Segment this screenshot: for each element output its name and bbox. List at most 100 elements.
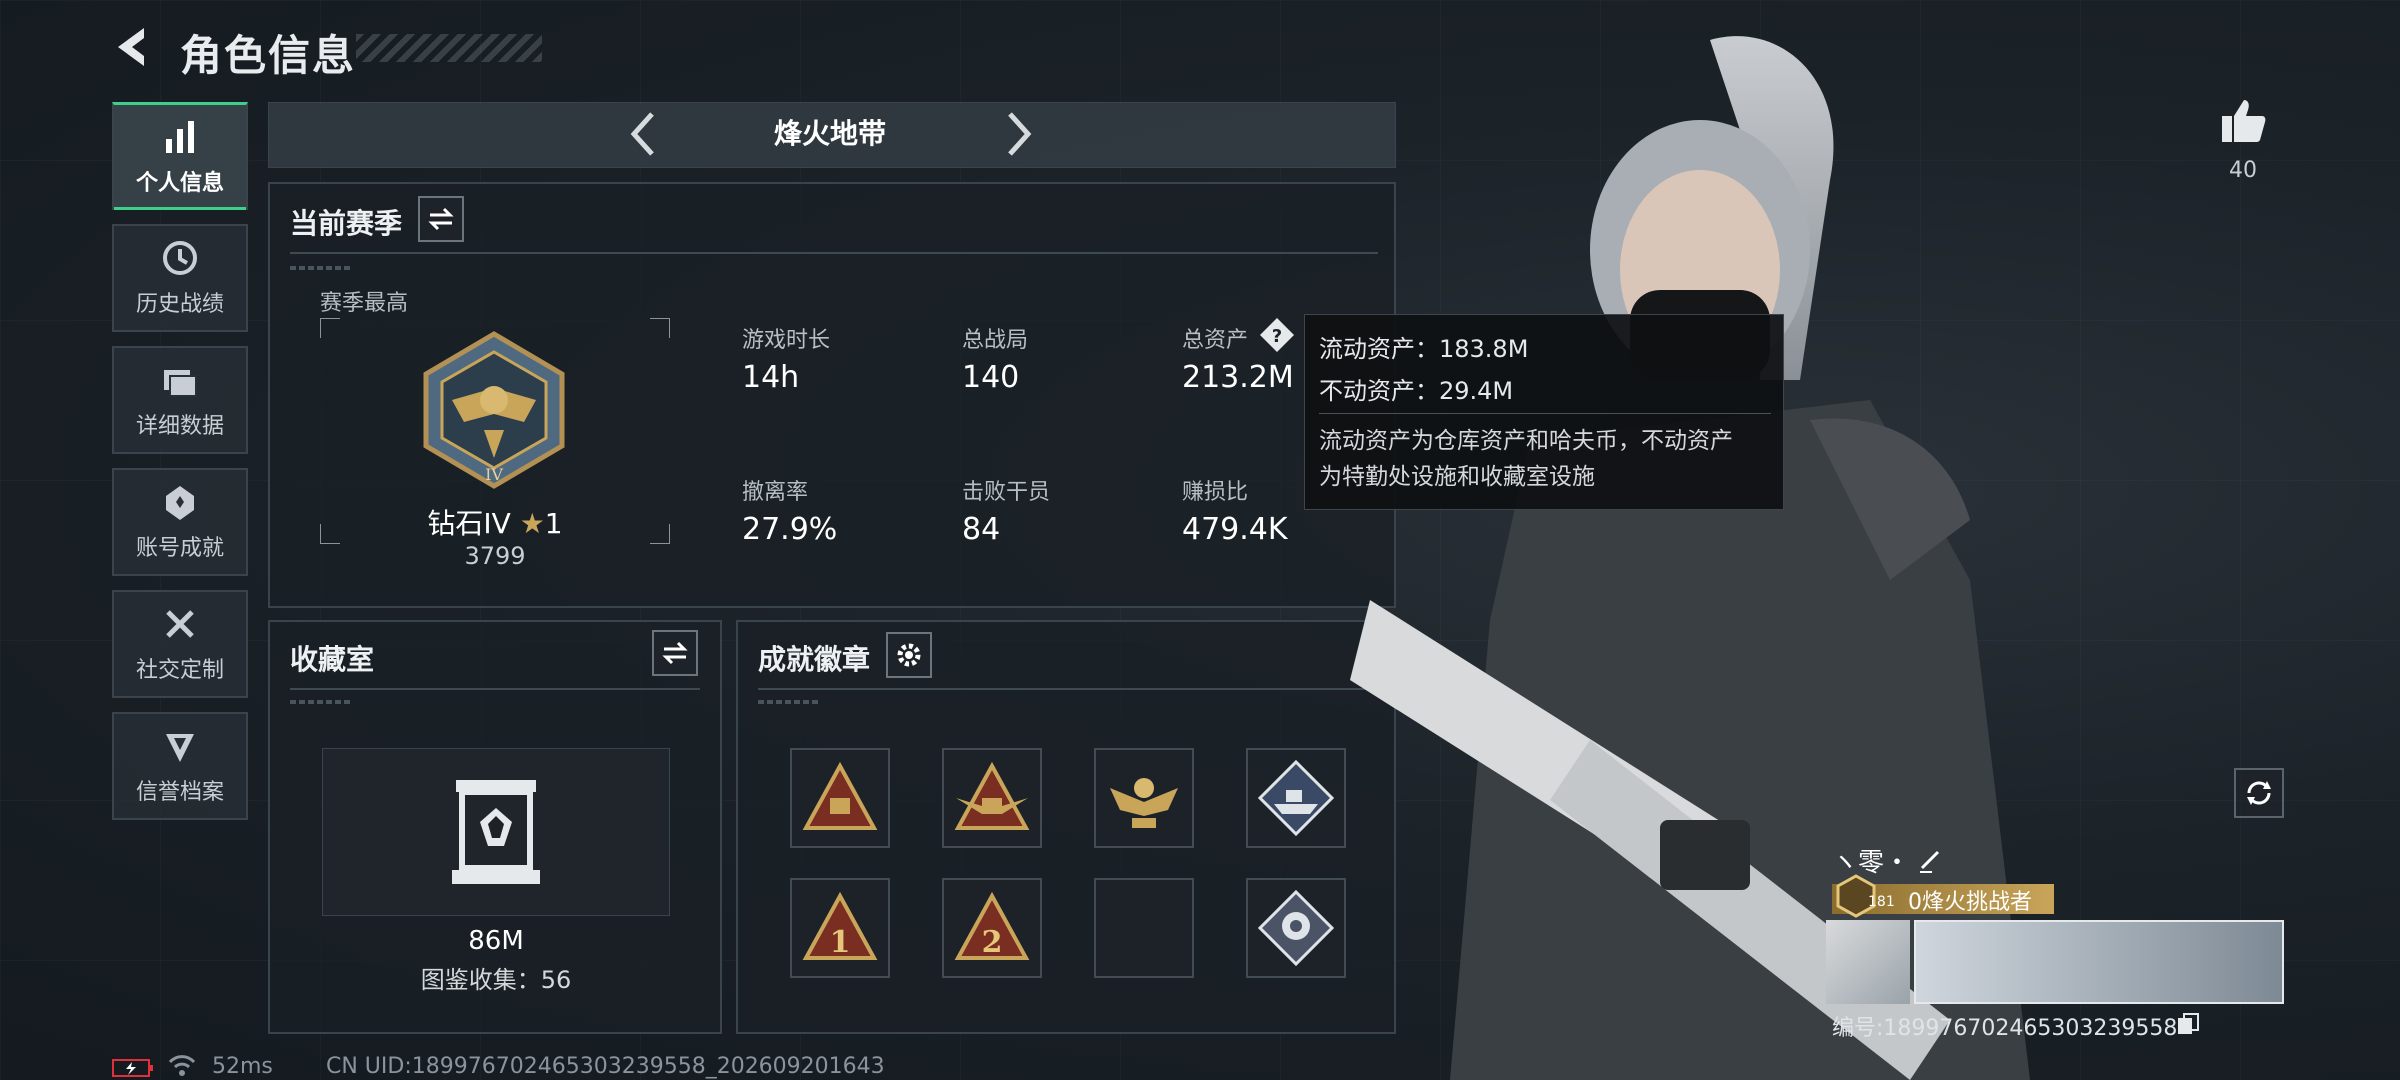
sidebar-item-reputation[interactable]: 信誉档案 bbox=[112, 712, 248, 820]
wifi-icon bbox=[168, 1055, 196, 1076]
badges-title: 成就徽章 bbox=[758, 643, 871, 676]
stat-label-playtime: 游戏时长 bbox=[742, 328, 831, 353]
uid-text: CN UID:18997670246530323955​8_2026092016… bbox=[326, 1054, 885, 1079]
player-title: 0烽火挑战者 bbox=[1908, 890, 2032, 915]
sidebar-item-label: 信誉档案 bbox=[135, 780, 224, 805]
stat-label-profit-ratio: 赚损比 bbox=[1182, 480, 1249, 505]
badge-eagle-icon bbox=[1110, 778, 1178, 828]
svg-text:1: 1 bbox=[830, 925, 851, 960]
svg-text:?: ? bbox=[1272, 326, 1282, 347]
season-title: 当前赛季 bbox=[290, 207, 403, 240]
stat-label-extraction-rate: 撤离率 bbox=[742, 480, 809, 505]
badge-one-icon: 1 bbox=[802, 891, 878, 960]
tooltip-note-line2: 为特勤处设施和收藏室设施 bbox=[1319, 464, 1595, 490]
badge-ship-icon bbox=[1257, 759, 1335, 837]
svg-text:IV: IV bbox=[485, 465, 503, 484]
stat-label-total-matches: 总战局 bbox=[962, 328, 1029, 353]
decoration bbox=[290, 266, 350, 270]
chevron-left-icon[interactable] bbox=[614, 104, 674, 164]
stat-value-playtime: 14h bbox=[742, 360, 800, 395]
shield-icon bbox=[166, 734, 194, 762]
rank-name-row: 钻石IV ★1 bbox=[320, 502, 670, 542]
badge-slot[interactable] bbox=[790, 748, 890, 848]
help-icon[interactable]: ? bbox=[1258, 316, 1296, 354]
sidebar-item-label: 社交定制 bbox=[135, 658, 224, 683]
mode-title: 烽火地带 bbox=[773, 117, 886, 150]
season-divider bbox=[290, 252, 1378, 254]
collection-switch-button[interactable] bbox=[652, 630, 698, 676]
player-id: 编号:18997670246530323955​8 bbox=[1832, 1016, 2178, 1041]
badge-two-icon: 2 bbox=[954, 891, 1030, 960]
badge-rose-icon bbox=[1257, 889, 1335, 967]
rank-name: 钻石IV bbox=[427, 507, 511, 540]
folder-icon bbox=[164, 370, 197, 397]
collection-divider bbox=[290, 688, 700, 690]
tooltip-divider bbox=[1319, 413, 1771, 414]
badges-divider bbox=[758, 688, 1378, 690]
sidebar-item-label: 历史战绩 bbox=[135, 292, 224, 317]
season-switch-button[interactable] bbox=[418, 196, 464, 242]
assets-tooltip: 流动资产：183.8M 不动资产：29.4M 流动资产为仓库资产和哈夫币，不动资… bbox=[1304, 314, 1784, 510]
bar-chart-icon bbox=[166, 120, 194, 153]
achievement-icon bbox=[166, 486, 194, 520]
chevron-right-icon[interactable] bbox=[988, 104, 1048, 164]
decoration bbox=[758, 700, 818, 704]
tools-icon bbox=[166, 610, 194, 638]
sidebar-item-label: 详细数据 bbox=[135, 414, 224, 439]
stat-value-total-assets: 213.2M bbox=[1182, 360, 1294, 395]
collection-catalog: 图鉴收集：56 bbox=[420, 966, 572, 994]
badge-slot[interactable]: 1 bbox=[790, 878, 890, 978]
page-title: 角色信息 bbox=[180, 31, 357, 80]
sidebar-item-social[interactable]: 社交定制 bbox=[112, 590, 248, 698]
badge-s8-icon bbox=[802, 761, 878, 830]
sidebar-item-label: 账号成就 bbox=[135, 536, 224, 561]
swap-icon bbox=[662, 641, 688, 665]
likes-count: 40 bbox=[2229, 158, 2257, 183]
refresh-icon bbox=[2247, 781, 2271, 805]
stat-label-total-assets: 总资产 bbox=[1182, 328, 1249, 353]
sidebar-item-personal-info[interactable]: 个人信息 bbox=[112, 102, 248, 210]
back-arrow-icon[interactable] bbox=[108, 22, 158, 72]
badge-slot-empty[interactable] bbox=[1094, 878, 1194, 978]
ping-text: 52ms bbox=[212, 1054, 273, 1079]
star-icon: ★ bbox=[519, 507, 545, 540]
player-avatar[interactable] bbox=[1826, 920, 1910, 1004]
diamond-rank-emblem-icon: IV bbox=[423, 331, 565, 489]
sidebar-item-label: 个人信息 bbox=[135, 170, 224, 196]
sidebar-item-detailed-data[interactable]: 详细数据 bbox=[112, 346, 248, 454]
sidebar-item-history[interactable]: 历史战绩 bbox=[112, 224, 248, 332]
gear-icon bbox=[897, 643, 921, 667]
player-banner[interactable] bbox=[1914, 920, 2284, 1004]
rank-stars: 1 bbox=[544, 507, 563, 540]
display-case-icon bbox=[452, 780, 540, 884]
season-best-label: 赛季最高 bbox=[320, 291, 409, 316]
badge-slot[interactable] bbox=[942, 748, 1042, 848]
stat-value-kills: 84 bbox=[962, 512, 1001, 547]
tooltip-note-line1: 流动资产为仓库资产和哈夫币，不动资产 bbox=[1319, 428, 1733, 454]
badge-slot[interactable] bbox=[1094, 748, 1194, 848]
stat-label-kills: 击败干员 bbox=[962, 480, 1051, 505]
battery-charging-icon bbox=[112, 1059, 153, 1077]
rotate-button[interactable] bbox=[2234, 768, 2284, 818]
badge-s8-wings-icon bbox=[954, 761, 1030, 830]
stat-value-profit-ratio: 479.4K bbox=[1182, 512, 1288, 547]
fixed-assets: 不动资产：29.4M bbox=[1319, 377, 1514, 405]
clock-icon bbox=[163, 241, 197, 275]
badge-slot[interactable]: 2 bbox=[942, 878, 1042, 978]
edit-icon[interactable] bbox=[1916, 846, 1944, 874]
badges-settings-button[interactable] bbox=[886, 632, 932, 678]
sidebar-item-achievements[interactable]: 账号成就 bbox=[112, 468, 248, 576]
liquid-assets: 流动资产：183.8M bbox=[1319, 335, 1529, 363]
rank-points: 3799 bbox=[464, 542, 526, 570]
stat-value-total-matches: 140 bbox=[962, 360, 1020, 395]
copy-icon[interactable] bbox=[2176, 1012, 2200, 1036]
decoration bbox=[290, 700, 350, 704]
collection-value: 86M bbox=[468, 926, 524, 956]
player-level: 181 bbox=[1868, 894, 1895, 910]
svg-text:2: 2 bbox=[982, 925, 1003, 960]
thumbs-up-icon[interactable] bbox=[2218, 96, 2268, 146]
swap-icon bbox=[428, 207, 454, 231]
stat-value-extraction-rate: 27.9% bbox=[742, 512, 838, 547]
title-decoration bbox=[356, 34, 542, 62]
collection-title: 收藏室 bbox=[290, 643, 375, 676]
